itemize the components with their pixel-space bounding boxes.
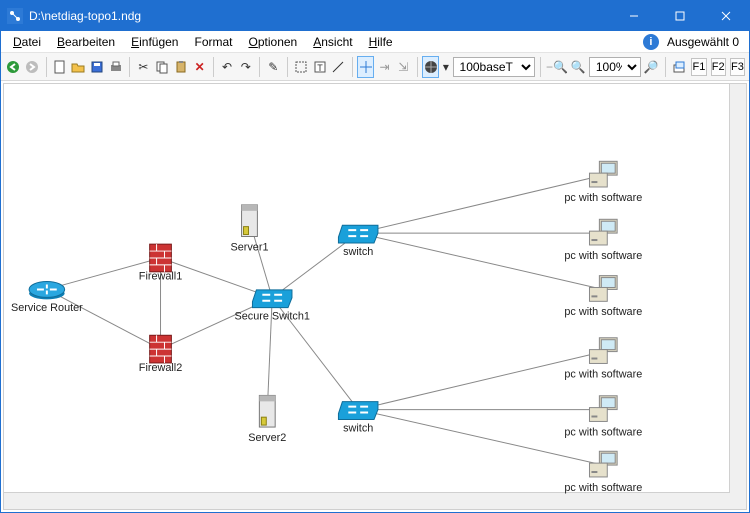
window-controls [611,1,749,31]
copy-button[interactable] [154,56,171,78]
node-label: Firewall1 [139,271,182,283]
delete-button[interactable]: ✕ [191,56,208,78]
grid-button[interactable] [422,56,439,78]
menu-help[interactable]: Hilfe [363,33,399,51]
minimize-button[interactable] [611,1,657,31]
node-pc1[interactable]: pc with software [564,161,642,204]
grid-options-button[interactable]: ▾ [441,56,450,78]
node-label: Service Router [11,302,83,314]
app-icon [7,8,23,24]
node-pc5[interactable]: pc with software [564,396,642,439]
zoom-fit-button[interactable]: 🔎 [643,56,660,78]
node-label: Secure Switch1 [234,310,309,322]
menu-file[interactable]: Datei [7,33,47,51]
info-icon[interactable]: i [643,34,659,50]
node-label: Firewall2 [139,362,182,374]
link-router-fw2[interactable] [47,289,161,349]
toolbar: ✂ ✕ ↶ ↷ ✎ T ⇥ ⇲ ▾ 100baseT −🔍 🔍 100% 🔎 F… [1,53,749,81]
node-swB[interactable]: switch [338,402,378,435]
node-label: pc with software [564,368,642,380]
save-button[interactable] [89,56,106,78]
menu-edit[interactable]: Bearbeiten [51,33,121,51]
menu-options[interactable]: Optionen [243,33,304,51]
node-label: Server1 [230,241,268,253]
node-label: Server2 [248,432,286,444]
undo-button[interactable]: ↶ [219,56,236,78]
title-bar[interactable]: D:\netdiag-topo1.ndg [1,1,749,31]
close-button[interactable] [703,1,749,31]
node-swA[interactable]: switch [338,225,378,258]
svg-text:T: T [317,63,323,73]
window-title: D:\netdiag-topo1.ndg [29,9,611,23]
distribute-button[interactable]: ⇲ [395,56,412,78]
f3-button[interactable]: F3 [730,58,745,76]
zoom-in-button[interactable]: 🔍 [570,56,587,78]
selection-status: Ausgewählt 0 [663,35,743,49]
node-srv1[interactable]: Server1 [230,205,268,253]
layers-button[interactable] [671,56,688,78]
node-router[interactable]: Service Router [11,282,83,315]
app-window: D:\netdiag-topo1.ndg Datei Bearbeiten Ei… [0,0,750,513]
link-type-select[interactable]: 100baseT [453,57,536,77]
menu-format[interactable]: Format [188,33,238,51]
node-pc3[interactable]: pc with software [564,276,642,319]
line-button[interactable] [330,56,347,78]
align-button[interactable]: ⇥ [376,56,393,78]
zoom-select[interactable]: 100% [589,57,641,77]
select-button[interactable] [292,56,309,78]
diagram-canvas[interactable]: Service Router Firewall1 Firewall2 Server1 S… [3,83,747,510]
print-button[interactable] [107,56,124,78]
node-label: pc with software [564,192,642,204]
node-label: pc with software [564,306,642,318]
format-painter-button[interactable]: ✎ [265,56,282,78]
node-pc2[interactable]: pc with software [564,219,642,262]
node-srv2[interactable]: Server2 [248,395,286,443]
open-button[interactable] [70,56,87,78]
nav-back-button[interactable] [5,56,22,78]
nav-forward-button[interactable] [24,56,41,78]
f2-button[interactable]: F2 [711,58,726,76]
maximize-button[interactable] [657,1,703,31]
node-label: pc with software [564,482,642,494]
menu-view[interactable]: Ansicht [307,33,358,51]
menu-insert[interactable]: Einfügen [125,33,184,51]
text-button[interactable]: T [311,56,328,78]
node-pc4[interactable]: pc with software [564,338,642,381]
f1-button[interactable]: F1 [691,58,706,76]
snap-button[interactable] [357,56,374,78]
redo-button[interactable]: ↷ [237,56,254,78]
link-swA-pc1[interactable] [358,175,603,233]
paste-button[interactable] [172,56,189,78]
link-swB-pc4[interactable] [358,352,603,410]
node-sswitch[interactable]: Secure Switch1 [234,290,309,323]
node-pc6[interactable]: pc with software [564,451,642,494]
node-label: switch [343,422,373,434]
node-label: switch [343,246,373,258]
cut-button[interactable]: ✂ [135,56,152,78]
menu-bar: Datei Bearbeiten Einfügen Format Optione… [1,31,749,53]
topology-svg[interactable]: Service Router Firewall1 Firewall2 Server1 S… [4,84,746,509]
node-label: pc with software [564,250,642,262]
node-label: pc with software [564,426,642,438]
zoom-out-button[interactable]: −🔍 [546,56,568,78]
new-button[interactable] [51,56,68,78]
